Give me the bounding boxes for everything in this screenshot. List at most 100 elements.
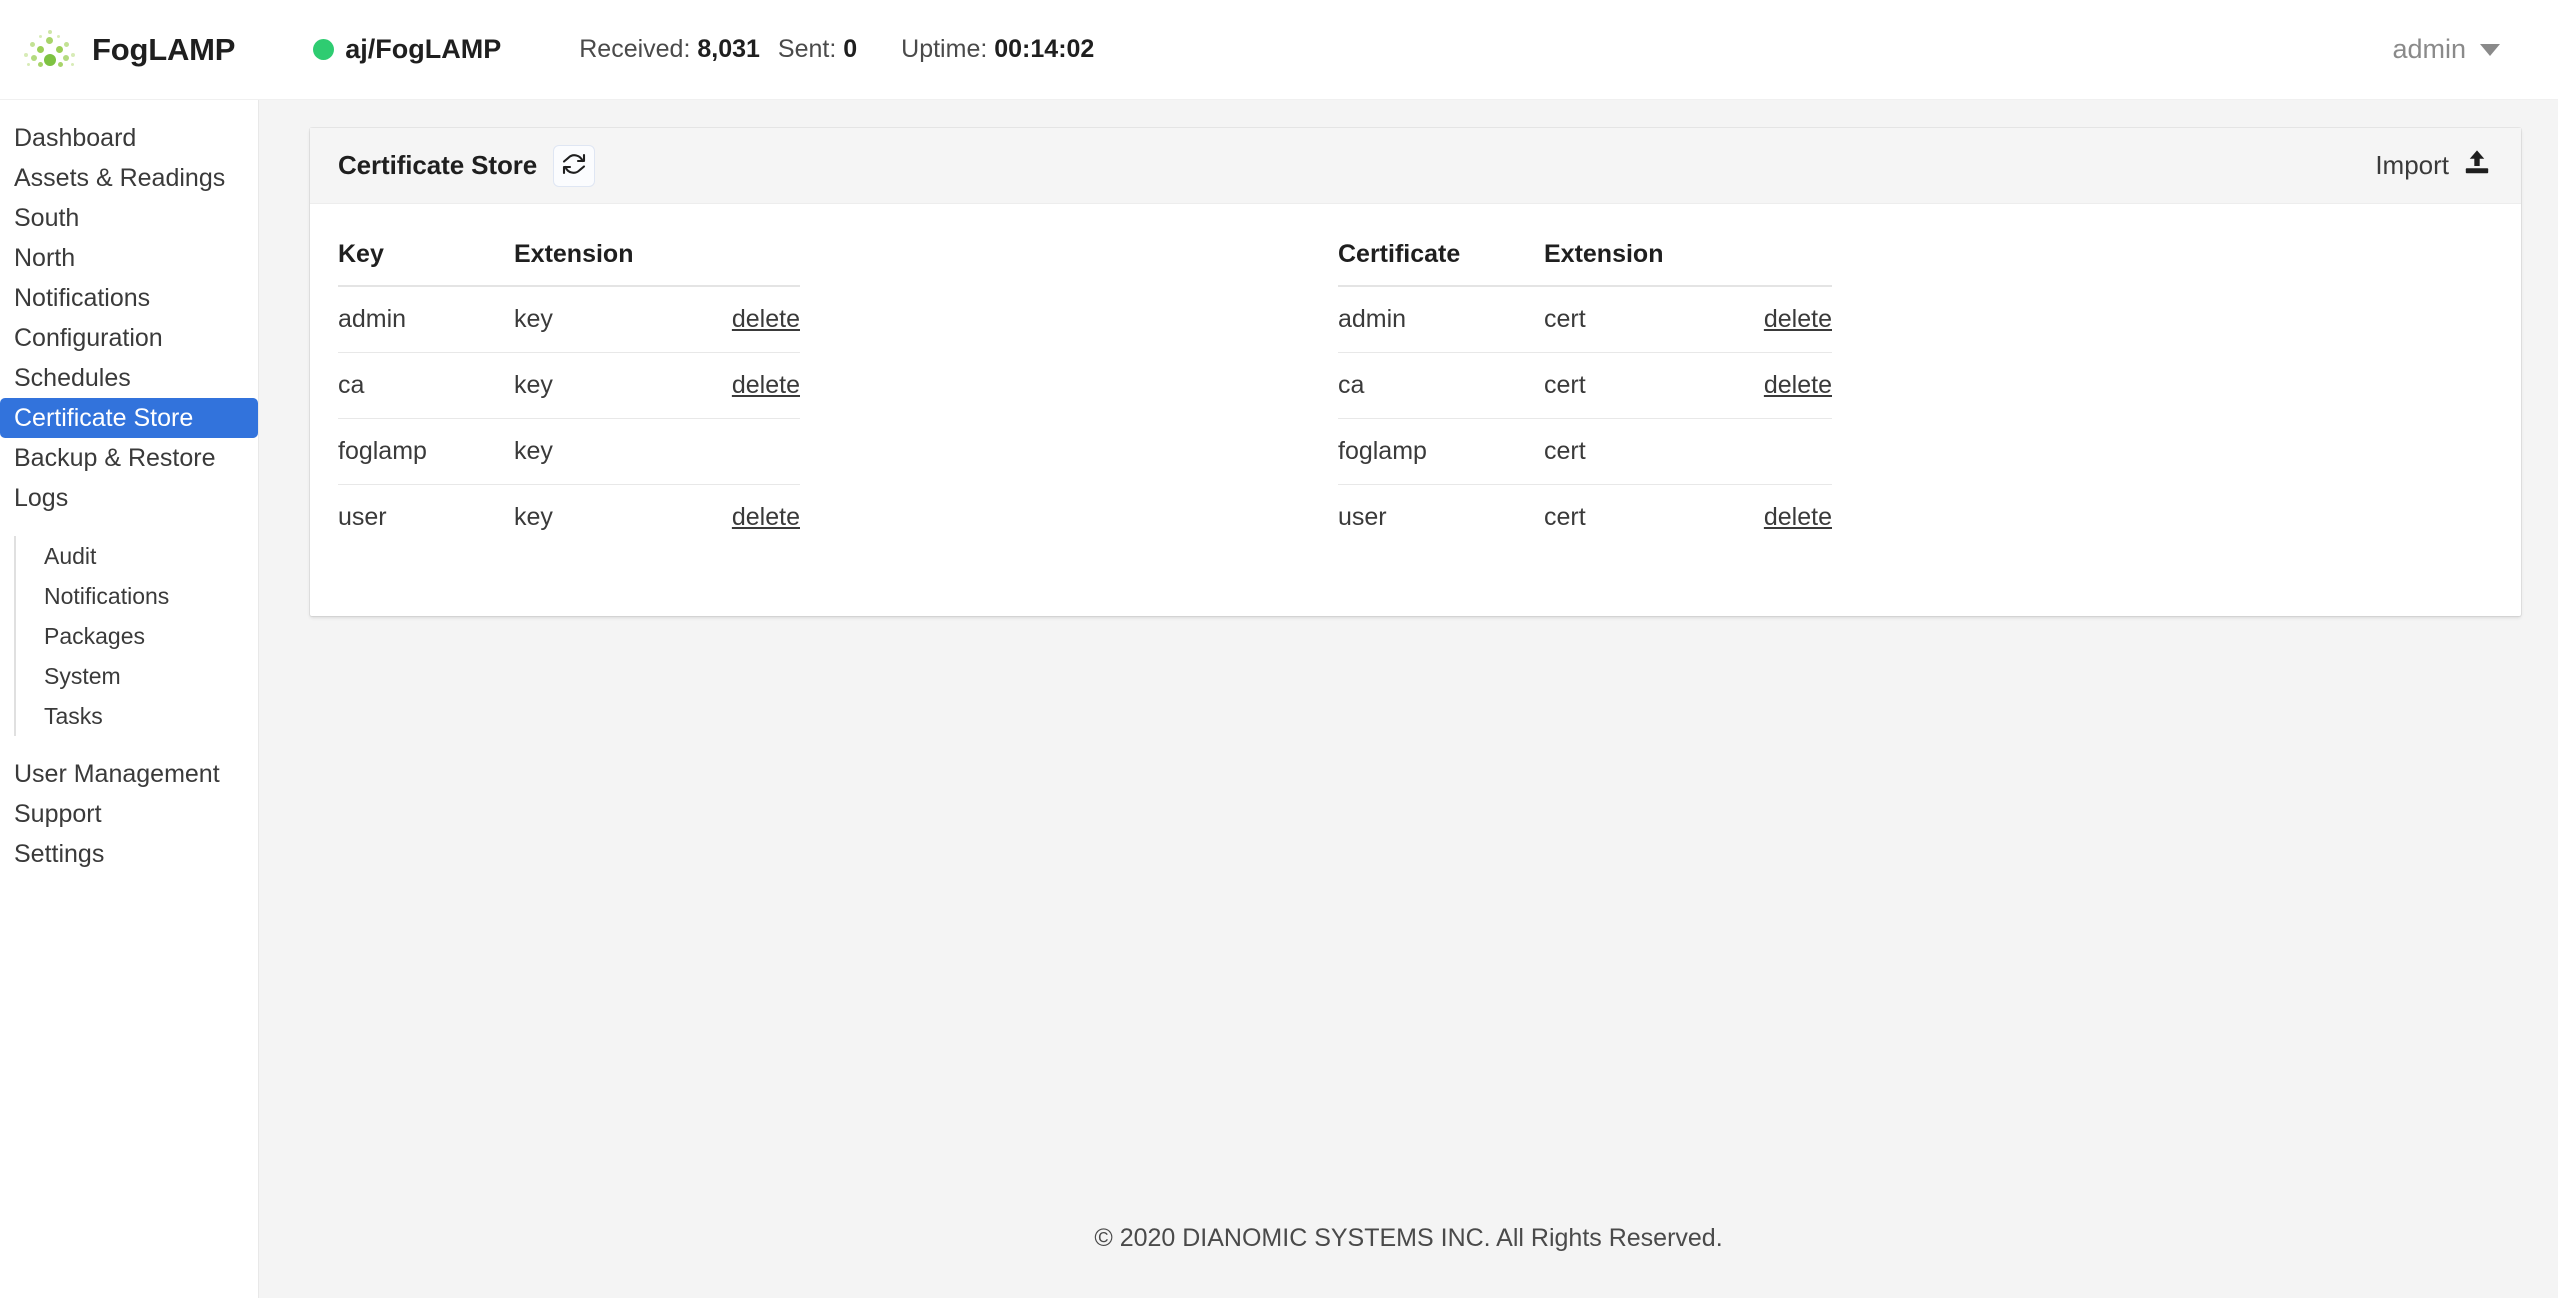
key-action-cell: delete bbox=[672, 485, 800, 551]
table-row: user cert delete bbox=[1338, 485, 1832, 551]
delete-cert-link[interactable]: delete bbox=[1764, 305, 1832, 333]
sidebar-navigation: Dashboard Assets & Readings South North … bbox=[0, 100, 259, 1298]
received-stat: Received: 8,031 bbox=[579, 35, 760, 64]
key-table-body: admin key delete ca key delete bbox=[338, 286, 800, 550]
user-menu-dropdown[interactable]: admin bbox=[2392, 34, 2500, 65]
delete-cert-link[interactable]: delete bbox=[1764, 371, 1832, 399]
brand-name: FogLAMP bbox=[92, 32, 235, 68]
key-extension-cell: key bbox=[514, 419, 672, 485]
sidebar-item-logs[interactable]: Logs bbox=[0, 478, 258, 518]
sidebar-subitem-notifications[interactable]: Notifications bbox=[30, 576, 258, 616]
copyright-text: © 2020 DIANOMIC SYSTEMS INC. All Rights … bbox=[1094, 1224, 1722, 1253]
table-row: ca key delete bbox=[338, 353, 800, 419]
cert-name-cell: ca bbox=[1338, 353, 1544, 419]
delete-key-link[interactable]: delete bbox=[732, 503, 800, 531]
sidebar-subitem-packages[interactable]: Packages bbox=[30, 616, 258, 656]
sent-value: 0 bbox=[843, 35, 857, 63]
delete-key-link[interactable]: delete bbox=[732, 305, 800, 333]
node-status: aj/FogLAMP bbox=[313, 34, 501, 65]
sidebar-item-backup-restore[interactable]: Backup & Restore bbox=[0, 438, 258, 478]
delete-key-link[interactable]: delete bbox=[732, 371, 800, 399]
page-title: Certificate Store bbox=[338, 150, 537, 181]
cert-action-cell: delete bbox=[1704, 286, 1832, 353]
key-table: Key Extension admin key delete bbox=[338, 238, 800, 550]
cert-table-header-actions bbox=[1704, 238, 1832, 286]
delete-cert-link[interactable]: delete bbox=[1764, 503, 1832, 531]
key-extension-cell: key bbox=[514, 485, 672, 551]
sent-stat: Sent: 0 bbox=[778, 35, 857, 64]
key-action-cell bbox=[672, 419, 800, 485]
sidebar-item-assets-readings[interactable]: Assets & Readings bbox=[0, 158, 258, 198]
upload-icon bbox=[2463, 148, 2491, 183]
key-table-wrapper: Key Extension admin key delete bbox=[310, 238, 1310, 550]
cert-table-head: Certificate Extension bbox=[1338, 238, 1832, 286]
cert-action-cell: delete bbox=[1704, 485, 1832, 551]
key-name-cell: admin bbox=[338, 286, 514, 353]
cert-table-header-extension: Extension bbox=[1544, 238, 1704, 286]
uptime-label: Uptime: bbox=[901, 35, 987, 63]
cert-name-cell: foglamp bbox=[1338, 419, 1544, 485]
certificate-table: Certificate Extension admin cert delete bbox=[1338, 238, 1832, 550]
cert-table-body: admin cert delete ca cert delete bbox=[1338, 286, 1832, 550]
footer: © 2020 DIANOMIC SYSTEMS INC. All Rights … bbox=[259, 1178, 2558, 1298]
user-name-label: admin bbox=[2392, 34, 2466, 65]
key-table-header-row: Key Extension bbox=[338, 238, 800, 286]
card-header: Certificate Store Import bbox=[310, 128, 2521, 204]
cert-extension-cell: cert bbox=[1544, 286, 1704, 353]
cert-action-cell bbox=[1704, 419, 1832, 485]
cert-table-header-certificate: Certificate bbox=[1338, 238, 1544, 286]
key-name-cell: user bbox=[338, 485, 514, 551]
key-table-head: Key Extension bbox=[338, 238, 800, 286]
import-button-label: Import bbox=[2375, 150, 2449, 181]
table-row: admin key delete bbox=[338, 286, 800, 353]
sidebar-item-north[interactable]: North bbox=[0, 238, 258, 278]
cert-name-cell: admin bbox=[1338, 286, 1544, 353]
card-body: Key Extension admin key delete bbox=[310, 204, 2521, 616]
sidebar-item-south[interactable]: South bbox=[0, 198, 258, 238]
certificate-store-card: Certificate Store Import bbox=[310, 128, 2521, 616]
table-row: admin cert delete bbox=[1338, 286, 1832, 353]
key-name-cell: foglamp bbox=[338, 419, 514, 485]
table-row: foglamp cert bbox=[1338, 419, 1832, 485]
main-content-area: Certificate Store Import bbox=[259, 100, 2558, 1298]
chevron-down-icon bbox=[2480, 44, 2500, 56]
sidebar-item-certificate-store[interactable]: Certificate Store bbox=[0, 398, 258, 438]
cert-table-wrapper: Certificate Extension admin cert delete bbox=[1310, 238, 2310, 550]
refresh-sync-icon bbox=[562, 152, 586, 179]
foglamp-dots-logo-icon bbox=[22, 28, 80, 72]
import-button[interactable]: Import bbox=[2375, 148, 2491, 183]
key-extension-cell: key bbox=[514, 353, 672, 419]
sidebar-subitem-tasks[interactable]: Tasks bbox=[30, 696, 258, 736]
green-status-dot-icon bbox=[313, 39, 334, 60]
sidebar-item-user-management[interactable]: User Management bbox=[0, 754, 258, 794]
key-table-header-actions bbox=[672, 238, 800, 286]
key-table-header-key: Key bbox=[338, 238, 514, 286]
sidebar-item-configuration[interactable]: Configuration bbox=[0, 318, 258, 358]
key-extension-cell: key bbox=[514, 286, 672, 353]
uptime-value: 00:14:02 bbox=[994, 35, 1094, 63]
key-table-header-extension: Extension bbox=[514, 238, 672, 286]
key-action-cell: delete bbox=[672, 353, 800, 419]
sidebar-item-dashboard[interactable]: Dashboard bbox=[0, 118, 258, 158]
sidebar-subitem-audit[interactable]: Audit bbox=[30, 536, 258, 576]
cert-action-cell: delete bbox=[1704, 353, 1832, 419]
received-value: 8,031 bbox=[697, 35, 760, 63]
sent-label: Sent: bbox=[778, 35, 836, 63]
sidebar-item-support[interactable]: Support bbox=[0, 794, 258, 834]
key-action-cell: delete bbox=[672, 286, 800, 353]
top-header-bar: FogLAMP aj/FogLAMP Received: 8,031 Sent:… bbox=[0, 0, 2558, 100]
brand[interactable]: FogLAMP bbox=[22, 28, 235, 72]
sidebar-item-notifications[interactable]: Notifications bbox=[0, 278, 258, 318]
refresh-button[interactable] bbox=[553, 145, 595, 187]
uptime-stat: Uptime: 00:14:02 bbox=[901, 35, 1094, 64]
sidebar-subitem-system[interactable]: System bbox=[30, 656, 258, 696]
sidebar-item-schedules[interactable]: Schedules bbox=[0, 358, 258, 398]
node-name: aj/FogLAMP bbox=[345, 34, 501, 65]
key-name-cell: ca bbox=[338, 353, 514, 419]
received-label: Received: bbox=[579, 35, 690, 63]
cert-name-cell: user bbox=[1338, 485, 1544, 551]
cert-extension-cell: cert bbox=[1544, 485, 1704, 551]
sidebar-item-settings[interactable]: Settings bbox=[0, 834, 258, 874]
logs-submenu: Audit Notifications Packages System Task… bbox=[14, 536, 258, 736]
certificate-tables: Key Extension admin key delete bbox=[310, 238, 2521, 550]
